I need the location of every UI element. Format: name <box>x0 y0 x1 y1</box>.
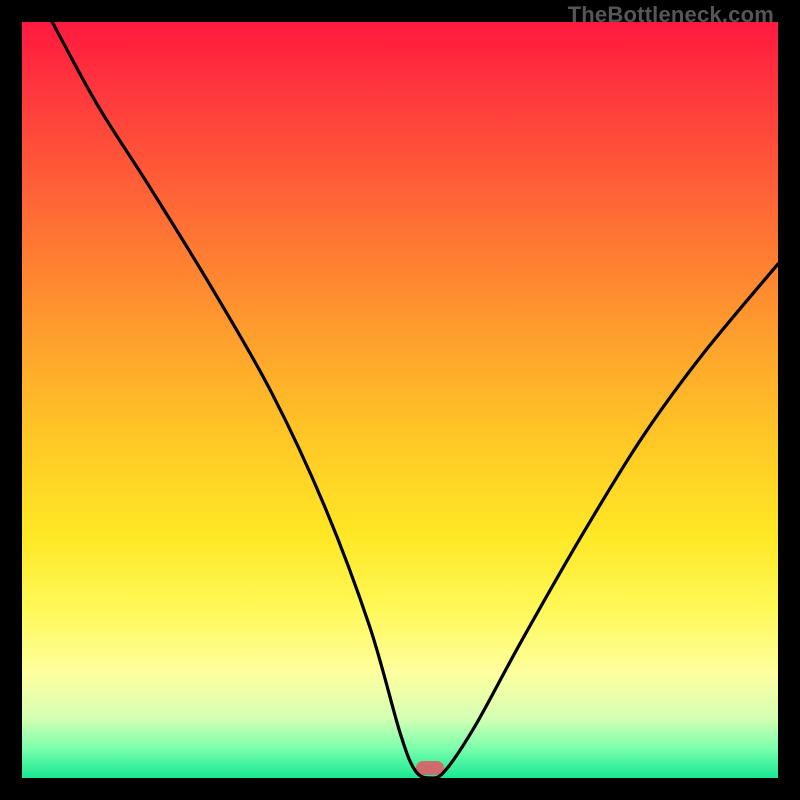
curve-path <box>52 22 778 778</box>
bottleneck-curve <box>22 22 778 778</box>
watermark-text: TheBottleneck.com <box>568 2 774 28</box>
chart-frame: TheBottleneck.com <box>0 0 800 800</box>
